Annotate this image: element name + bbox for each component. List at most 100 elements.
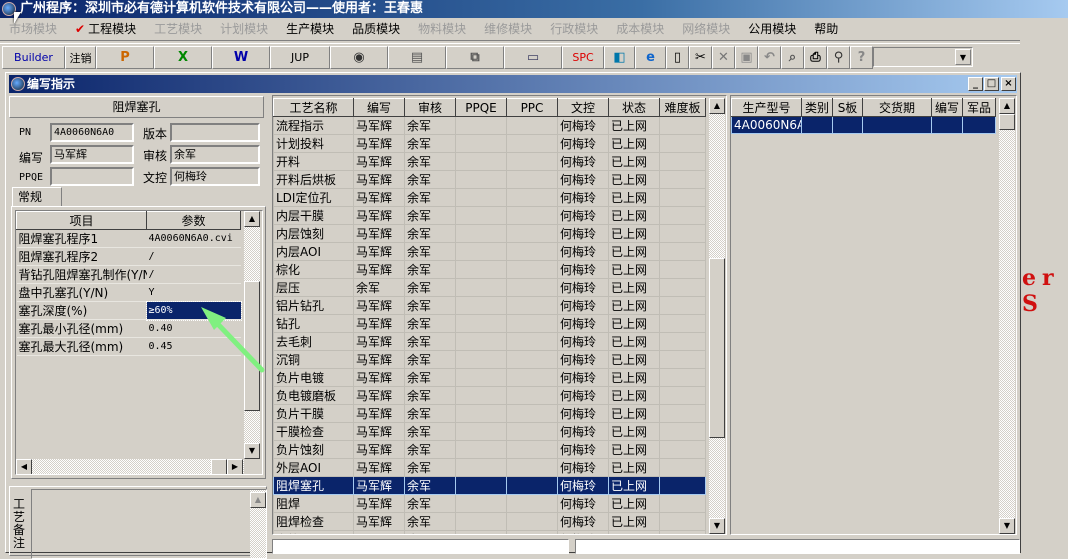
process-cell[interactable]: 马军辉 (353, 386, 405, 405)
process-cell[interactable]: 马军辉 (353, 350, 405, 369)
process-cell[interactable]: 已上网 (608, 350, 660, 369)
param-value[interactable]: / (146, 265, 241, 284)
process-cell[interactable]: 干膜检查 (273, 422, 354, 441)
spc-button[interactable]: SPC (562, 46, 604, 69)
process-cell[interactable]: 何梅玲 (557, 116, 609, 135)
process-row[interactable]: 阻焊 马军辉 余军 何梅玲 已上网 (273, 494, 706, 513)
process-cell[interactable]: 何梅玲 (557, 152, 609, 171)
process-cell[interactable]: 何梅玲 (557, 296, 609, 315)
process-cell[interactable]: 钻孔 (273, 314, 354, 333)
process-cell[interactable] (506, 422, 558, 441)
excel-button[interactable]: X (154, 46, 212, 69)
menu-5[interactable]: 品质模块 (343, 20, 409, 37)
process-cell[interactable]: 已上网 (608, 206, 660, 225)
process-cell[interactable]: 流程指示 (273, 116, 354, 135)
process-cell[interactable] (455, 260, 507, 279)
logout-button[interactable]: 注销 (65, 46, 96, 69)
process-cell[interactable] (659, 332, 706, 351)
process-cell[interactable]: 已上网 (608, 332, 660, 351)
process-cell[interactable] (455, 188, 507, 207)
models-row[interactable]: 4A0060N6A0 (731, 116, 996, 134)
process-cell[interactable] (455, 350, 507, 369)
param-value[interactable]: / (146, 247, 241, 266)
process-col-header[interactable]: 审核 (404, 98, 456, 117)
find-button[interactable]: ⚲ (827, 46, 850, 69)
process-cell[interactable] (506, 260, 558, 279)
scroll-up-button[interactable]: ▲ (244, 211, 260, 227)
menu-0[interactable]: 市场模块 (0, 20, 66, 37)
params-col-header[interactable]: 项目 (16, 211, 147, 230)
process-cell[interactable]: 余军 (404, 134, 456, 153)
process-cell[interactable] (659, 116, 706, 135)
process-cell[interactable]: 已上网 (608, 458, 660, 477)
process-cell[interactable]: 已上网 (608, 512, 660, 531)
process-cell[interactable]: 棕化 (273, 260, 354, 279)
process-cell[interactable]: 何梅玲 (557, 224, 609, 243)
process-row[interactable]: 钻孔 马军辉 余军 何梅玲 已上网 (273, 314, 706, 333)
process-cell[interactable]: 字符 (273, 530, 354, 534)
process-cell[interactable] (506, 386, 558, 405)
process-cell[interactable] (455, 458, 507, 477)
notes-button[interactable]: ◧ (604, 46, 635, 69)
models-cell[interactable] (931, 116, 963, 134)
process-col-header[interactable]: 工艺名称 (273, 98, 354, 117)
process-cell[interactable]: 开料 (273, 152, 354, 171)
param-row[interactable]: 阻焊塞孔程序1 4A0060N6A0.cvi (16, 229, 241, 248)
process-cell[interactable] (506, 152, 558, 171)
param-row[interactable]: 塞孔最小孔径(mm) 0.40 (16, 319, 241, 338)
process-cell[interactable]: 铝片钻孔 (273, 296, 354, 315)
process-cell[interactable] (455, 314, 507, 333)
process-cell[interactable] (659, 512, 706, 531)
process-cell[interactable] (506, 530, 558, 534)
param-row[interactable]: 阻焊塞孔程序2/ (16, 247, 241, 266)
process-cell[interactable] (455, 494, 507, 513)
process-cell[interactable]: 已上网 (608, 260, 660, 279)
process-cell[interactable]: 已上网 (608, 440, 660, 459)
process-cell[interactable]: 何梅玲 (557, 530, 609, 534)
process-cell[interactable]: 余军 (404, 152, 456, 171)
process-cell[interactable]: 已上网 (608, 404, 660, 423)
process-cell[interactable]: 已上网 (608, 476, 660, 495)
process-row[interactable]: 棕化 马军辉 余军 何梅玲 已上网 (273, 260, 706, 279)
param-value[interactable]: 0.40 (146, 319, 241, 338)
process-cell[interactable] (659, 260, 706, 279)
process-cell[interactable]: 马军辉 (353, 332, 405, 351)
menu-4[interactable]: 生产模块 (277, 20, 343, 37)
models-vscrollbar[interactable]: ▲ ▼ (999, 98, 1015, 534)
param-value[interactable]: Y (146, 283, 241, 302)
menu-12[interactable]: 帮助 (805, 20, 847, 37)
process-cell[interactable]: 马军辉 (353, 188, 405, 207)
scroll-up-button[interactable]: ▲ (709, 98, 725, 114)
models-col-header[interactable]: 生产型号 (731, 98, 802, 117)
process-cell[interactable]: 计划投料 (273, 134, 354, 153)
process-row[interactable]: 阻焊检查 马军辉 余军 何梅玲 已上网 (273, 512, 706, 531)
process-cell[interactable]: 已上网 (608, 314, 660, 333)
process-cell[interactable]: 已上网 (608, 170, 660, 189)
process-cell[interactable] (455, 134, 507, 153)
process-cell[interactable]: 已上网 (608, 116, 660, 135)
process-row[interactable]: 沉铜 马军辉 余军 何梅玲 已上网 (273, 350, 706, 369)
network-button[interactable]: ⧉ (446, 46, 504, 69)
process-cell[interactable] (506, 332, 558, 351)
process-cell[interactable] (659, 152, 706, 171)
process-cell[interactable]: 何梅玲 (557, 314, 609, 333)
menu-9[interactable]: 成本模块 (607, 20, 673, 37)
process-cell[interactable]: 何梅玲 (557, 422, 609, 441)
process-cell[interactable]: 余军 (404, 206, 456, 225)
process-cell[interactable]: 已上网 (608, 242, 660, 261)
hscroll-thumb[interactable] (211, 459, 227, 474)
process-row[interactable]: 负片干膜 马军辉 余军 何梅玲 已上网 (273, 404, 706, 423)
process-cell[interactable]: 马军辉 (353, 368, 405, 387)
process-row[interactable]: LDI定位孔 马军辉 余军 何梅玲 已上网 (273, 188, 706, 207)
process-cell[interactable]: 何梅玲 (557, 368, 609, 387)
minimize-button[interactable]: _ (968, 77, 983, 91)
process-cell[interactable] (659, 530, 706, 534)
process-cell[interactable] (506, 296, 558, 315)
process-cell[interactable] (659, 494, 706, 513)
process-cell[interactable]: 余军 (404, 440, 456, 459)
process-cell[interactable]: 马军辉 (353, 530, 405, 534)
param-row[interactable]: 塞孔最大孔径(mm) 0.45 (16, 337, 241, 356)
process-cell[interactable]: 已上网 (608, 368, 660, 387)
process-cell[interactable] (659, 314, 706, 333)
new-button[interactable]: ▯ (666, 46, 689, 69)
